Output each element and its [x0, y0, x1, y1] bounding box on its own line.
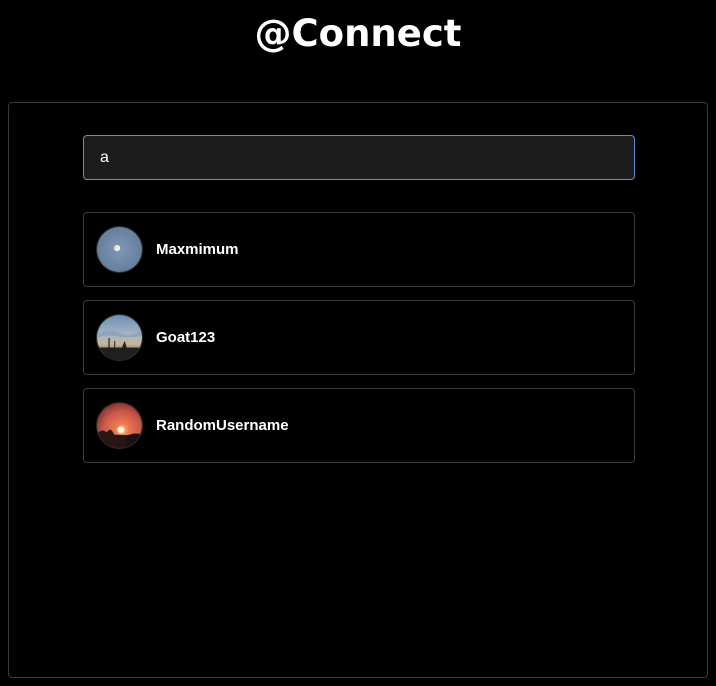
user-results-list: Maxmimum Goat123 RandomUsername: [83, 212, 635, 476]
avatar-dusk-landscape-image: [97, 315, 142, 360]
user-result-name: Goat123: [156, 329, 216, 346]
avatar-moon-sky-image: [97, 227, 142, 272]
app-title: @Connect: [254, 12, 462, 55]
search-input[interactable]: [83, 135, 635, 180]
user-result-card[interactable]: RandomUsername: [83, 388, 635, 463]
search-panel: Maxmimum: [8, 102, 708, 678]
user-result-card[interactable]: Goat123: [83, 300, 635, 375]
user-result-name: Maxmimum: [156, 241, 239, 258]
avatar: [96, 314, 143, 361]
page: @Connect a Maxmimum Goat123 RandomUserna…: [0, 0, 716, 686]
avatar: [96, 226, 143, 273]
user-result-card[interactable]: Maxmimum: [83, 212, 635, 287]
avatar: [96, 402, 143, 449]
avatar-sunset-image: [97, 403, 142, 448]
user-result-name: RandomUsername: [156, 417, 289, 434]
